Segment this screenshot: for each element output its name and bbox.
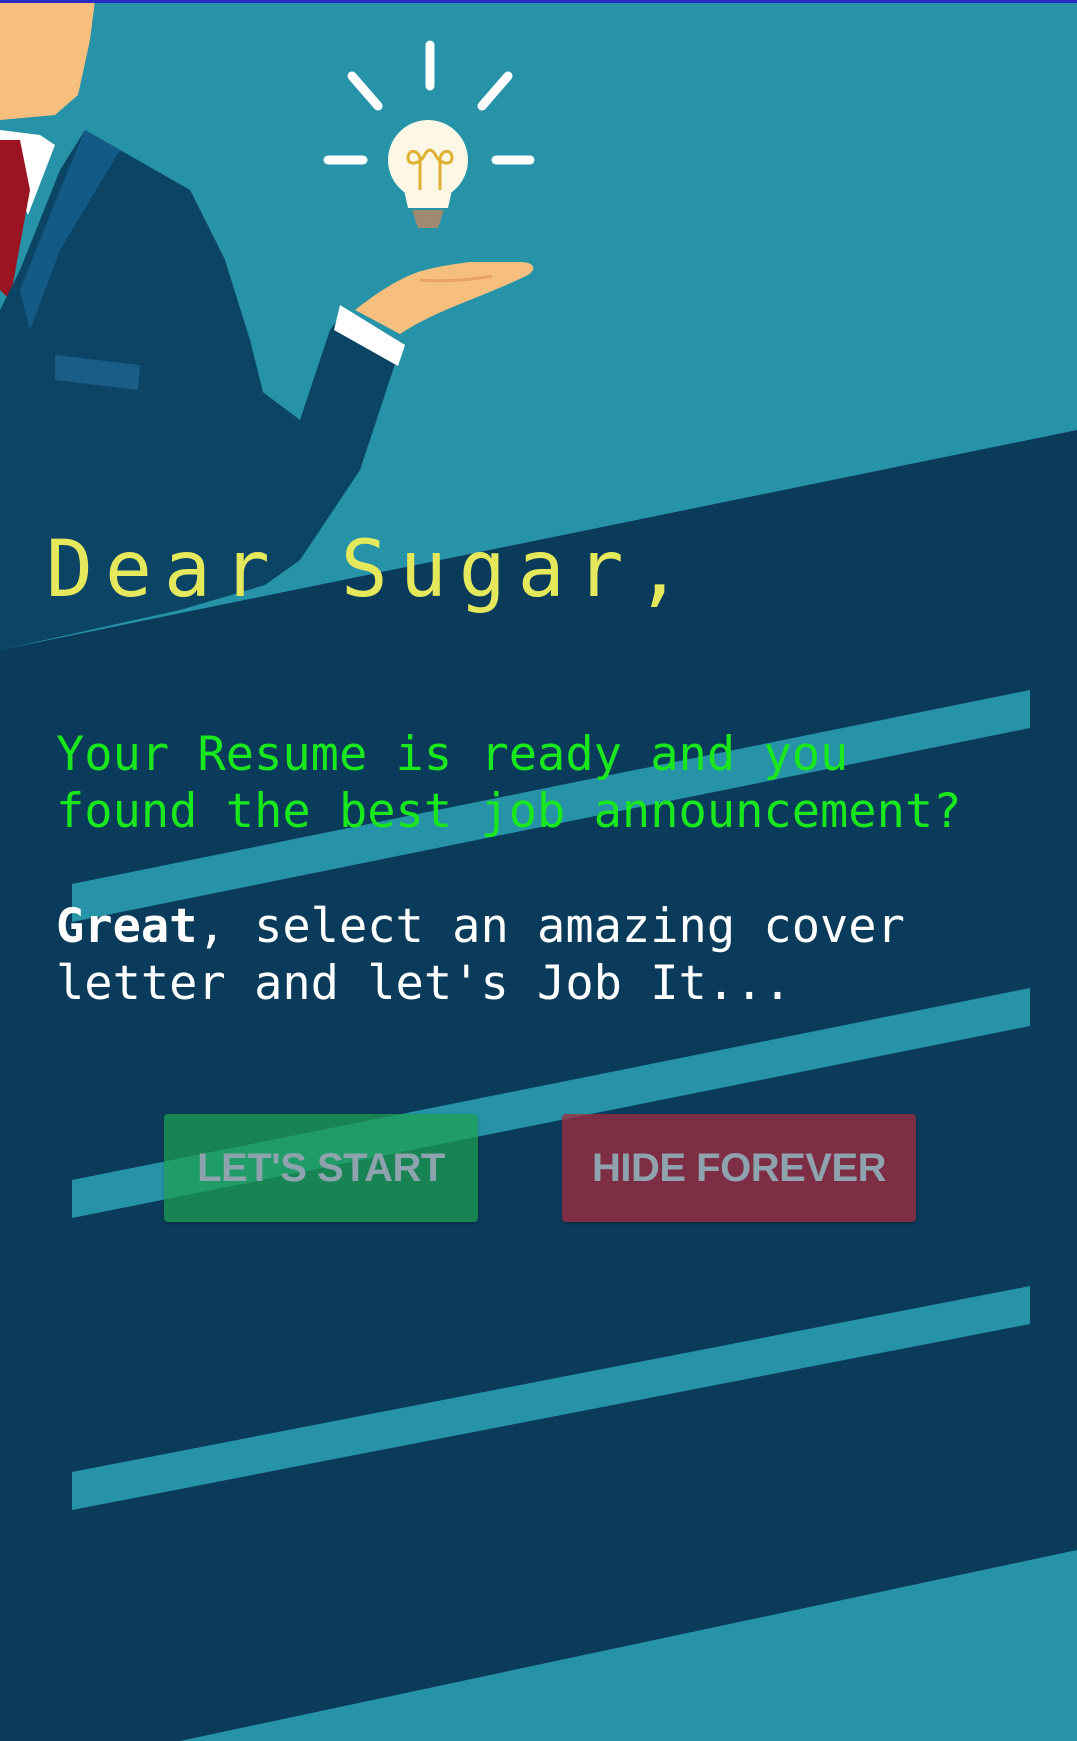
status-bar-edge <box>0 0 1077 3</box>
background-illustration <box>0 0 1077 1741</box>
bottom-teal-corner <box>180 1550 1077 1741</box>
cover-letter-prompt: Great, select an amazing cover letter an… <box>56 898 1016 1012</box>
resume-ready-question: Your Resume is ready and you found the b… <box>56 727 962 839</box>
intro-screen: Dear Sugar, Your Resume is ready and you… <box>0 0 1077 1741</box>
cta-emphasis: Great <box>56 899 198 954</box>
diagonal-stripe <box>72 1286 1030 1510</box>
greeting-heading: Dear Sugar, <box>46 525 695 615</box>
lets-start-button[interactable]: LET'S START <box>164 1114 478 1222</box>
hide-forever-button[interactable]: HIDE FOREVER <box>562 1114 916 1222</box>
